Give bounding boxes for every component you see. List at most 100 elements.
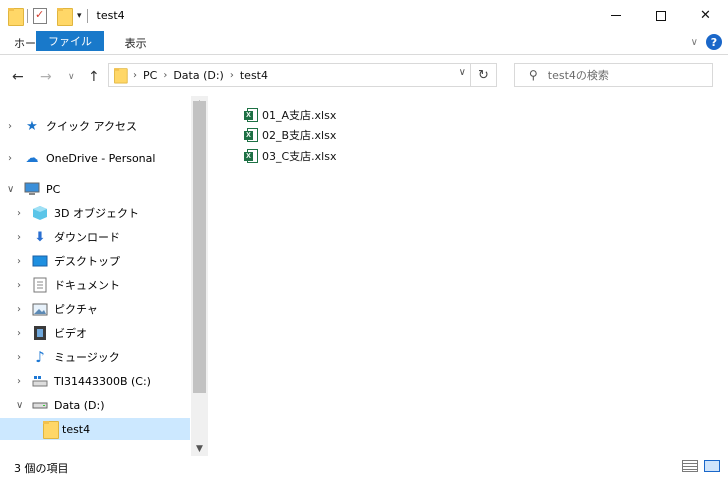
nav-item-label: Data (D:)	[54, 398, 105, 412]
excel-file-icon: X	[244, 108, 258, 122]
window-controls: ✕	[593, 0, 728, 31]
nav-item-label: デスクトップ	[54, 255, 120, 268]
expand-chevron-icon[interactable]: ›	[17, 232, 21, 243]
nav-item-label: ドキュメント	[54, 279, 120, 292]
folder-icon	[114, 68, 128, 84]
navigation-pane[interactable]: › ★ クイック アクセス › ☁ OneDrive - Personal ∨ …	[0, 96, 207, 456]
breadcrumb-data-d[interactable]: Data (D:)	[173, 69, 224, 82]
close-icon: ✕	[700, 8, 711, 23]
file-name: 02_B支店.xlsx	[262, 129, 337, 142]
navigation-bar: ← → ∨ ↑ › PC › Data (D:) › test4 ∨ ↻ ⚲ t…	[0, 56, 728, 96]
file-item[interactable]: X 03_C支店.xlsx	[244, 146, 336, 166]
nav-item-label: PC	[46, 182, 61, 196]
expand-chevron-icon[interactable]: ›	[8, 153, 12, 164]
nav-item-label: TI31443300B (C:)	[54, 374, 151, 388]
file-item[interactable]: X 01_A支店.xlsx	[244, 105, 336, 125]
item-count: 3 個の項目	[14, 462, 69, 475]
pc-icon	[24, 181, 40, 197]
up-arrow-icon[interactable]: ↑	[88, 69, 100, 85]
nav-item-label: ビデオ	[54, 327, 87, 340]
expand-ribbon-icon[interactable]: ∨	[691, 37, 698, 48]
minimize-icon	[610, 15, 621, 16]
properties-icon[interactable]	[33, 7, 47, 24]
nav-item-drive-d[interactable]: ∨ Data (D:)	[0, 394, 190, 416]
window-title: test4	[96, 9, 125, 22]
expand-chevron-icon[interactable]: ›	[17, 352, 21, 363]
nav-item-onedrive[interactable]: › ☁ OneDrive - Personal	[0, 147, 190, 169]
help-icon[interactable]: ?	[706, 34, 722, 50]
music-icon: ♪	[35, 348, 45, 366]
separator	[86, 8, 88, 23]
nav-item-label: test4	[62, 422, 91, 436]
nav-item-quick-access[interactable]: › ★ クイック アクセス	[0, 115, 190, 137]
nav-item-pictures[interactable]: › ピクチャ	[0, 298, 190, 320]
search-icon: ⚲	[529, 68, 538, 82]
close-button[interactable]: ✕	[683, 0, 728, 31]
maximize-icon	[655, 10, 666, 21]
nav-item-downloads[interactable]: › ⬇ ダウンロード	[0, 226, 190, 248]
file-name: 01_A支店.xlsx	[262, 109, 337, 122]
customize-quick-access-icon[interactable]: ▾	[77, 11, 82, 21]
expand-chevron-icon[interactable]: ›	[17, 376, 21, 387]
details-view-icon[interactable]	[682, 460, 698, 472]
star-icon: ★	[26, 118, 38, 134]
breadcrumb-separator[interactable]: ›	[163, 70, 167, 81]
refresh-icon[interactable]: ↻	[470, 64, 496, 86]
expand-chevron-icon[interactable]: ›	[8, 121, 12, 132]
breadcrumb-test4[interactable]: test4	[240, 69, 268, 82]
nav-item-3d-objects[interactable]: › 3D オブジェクト	[0, 202, 190, 224]
drive-c-icon	[32, 373, 48, 389]
nav-item-label: ミュージック	[54, 351, 120, 364]
excel-file-icon: X	[244, 128, 258, 142]
navigation-scrollbar[interactable]: ▲ ▼	[191, 96, 208, 456]
documents-icon	[32, 277, 48, 293]
nav-item-videos[interactable]: › ビデオ	[0, 322, 190, 344]
breadcrumb-separator[interactable]: ›	[230, 70, 234, 81]
expand-chevron-icon[interactable]: ›	[17, 328, 21, 339]
expand-chevron-icon[interactable]: ›	[17, 256, 21, 267]
expand-chevron-icon[interactable]: ›	[17, 304, 21, 315]
view-switcher	[682, 460, 720, 472]
forward-arrow-icon[interactable]: →	[40, 69, 52, 85]
download-icon: ⬇	[34, 229, 46, 245]
breadcrumb-pc[interactable]: PC	[143, 69, 157, 82]
back-arrow-icon[interactable]: ←	[12, 69, 24, 85]
tab-view[interactable]: 表示	[111, 31, 161, 54]
nav-item-documents[interactable]: › ドキュメント	[0, 274, 190, 296]
maximize-button[interactable]	[638, 0, 683, 31]
ribbon-controls: ∨ ?	[691, 34, 722, 50]
nav-item-music[interactable]: › ♪ ミュージック	[0, 346, 190, 368]
3d-objects-icon	[32, 205, 48, 221]
drive-icon	[32, 397, 48, 413]
separator	[27, 8, 28, 23]
nav-item-test4[interactable]: test4	[0, 418, 190, 440]
expand-chevron-icon[interactable]: ›	[17, 208, 21, 219]
nav-item-desktop[interactable]: › デスクトップ	[0, 250, 190, 272]
search-box[interactable]: ⚲ test4の検索	[514, 63, 713, 87]
large-icons-view-icon[interactable]	[704, 460, 720, 472]
address-bar[interactable]: › PC › Data (D:) › test4 ∨ ↻	[108, 63, 497, 87]
desktop-icon	[32, 253, 48, 269]
address-dropdown-icon[interactable]: ∨	[459, 67, 466, 78]
scroll-down-icon[interactable]: ▼	[191, 444, 208, 454]
scroll-thumb[interactable]	[193, 101, 206, 393]
expand-chevron-icon[interactable]: ›	[17, 280, 21, 291]
folder-icon	[43, 421, 59, 439]
nav-item-pc[interactable]: ∨ PC	[0, 178, 190, 200]
quick-access-toolbar: ▾ test4	[0, 0, 125, 31]
nav-item-label: ダウンロード	[54, 231, 120, 244]
search-input[interactable]: test4の検索	[548, 67, 609, 83]
recent-locations-icon[interactable]: ∨	[68, 72, 75, 82]
file-list[interactable]: X 01_A支店.xlsx X 02_B支店.xlsx X 03_C支店.xls…	[208, 96, 728, 456]
file-name: 03_C支店.xlsx	[262, 150, 337, 163]
breadcrumb-separator: ›	[133, 69, 137, 81]
collapse-chevron-icon[interactable]: ∨	[16, 400, 23, 411]
file-item[interactable]: X 02_B支店.xlsx	[244, 125, 336, 145]
excel-file-icon: X	[244, 149, 258, 163]
tab-file[interactable]: ファイル	[36, 31, 104, 51]
new-folder-icon[interactable]	[57, 7, 73, 26]
collapse-chevron-icon[interactable]: ∨	[7, 184, 14, 195]
minimize-button[interactable]	[593, 0, 638, 31]
nav-item-drive-c[interactable]: › TI31443300B (C:)	[0, 370, 190, 392]
folder-icon	[8, 7, 24, 26]
